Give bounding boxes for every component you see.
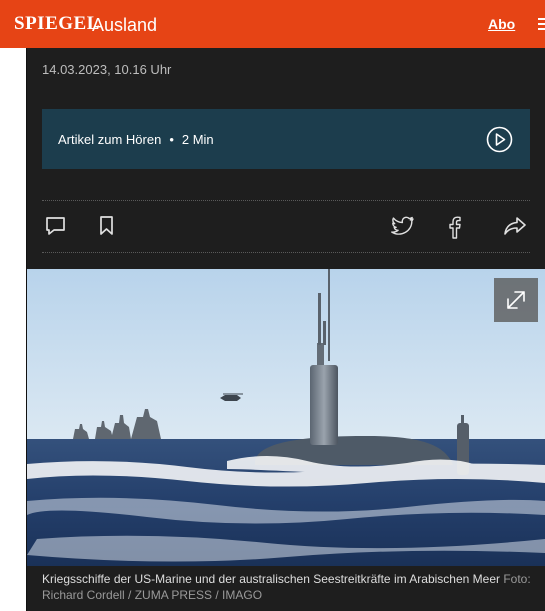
audio-duration: 2 Min xyxy=(181,132,214,147)
expand-image-button[interactable] xyxy=(494,278,538,322)
audio-player-button[interactable]: Artikel zum Hören • 2 Min xyxy=(42,109,530,169)
caption-text: Kriegsschiffe der US-Marine und der aust… xyxy=(42,572,500,586)
audio-label: Artikel zum Hören • 2 Min xyxy=(58,132,214,147)
audio-title: Artikel zum Hören xyxy=(58,132,162,147)
expand-icon xyxy=(507,291,525,309)
photo-caption: Kriegsschiffe der US-Marine und der aust… xyxy=(42,571,542,603)
section-title[interactable]: Ausland xyxy=(92,15,157,36)
photo-image xyxy=(27,269,545,566)
article-content: 14.03.2023, 10.16 Uhr Artikel zum Hören •… xyxy=(27,48,545,611)
play-icon[interactable] xyxy=(486,126,513,153)
divider-bottom xyxy=(42,252,530,253)
comment-icon[interactable] xyxy=(45,215,67,237)
facebook-icon[interactable] xyxy=(446,215,462,239)
spiegel-logo[interactable]: SPIEGEL xyxy=(14,13,100,35)
twitter-icon[interactable] xyxy=(391,215,415,237)
article-photo[interactable] xyxy=(27,269,545,566)
publish-date: 14.03.2023, 10.16 Uhr xyxy=(42,62,172,77)
site-header: SPIEGEL Ausland Abo xyxy=(0,0,545,48)
divider-top xyxy=(42,200,530,201)
abo-link[interactable]: Abo xyxy=(488,16,515,32)
bookmark-icon[interactable] xyxy=(99,215,115,237)
page-gutter xyxy=(0,48,26,611)
audio-separator: • xyxy=(169,132,174,147)
menu-icon[interactable] xyxy=(538,18,545,30)
share-icon[interactable] xyxy=(503,215,527,237)
